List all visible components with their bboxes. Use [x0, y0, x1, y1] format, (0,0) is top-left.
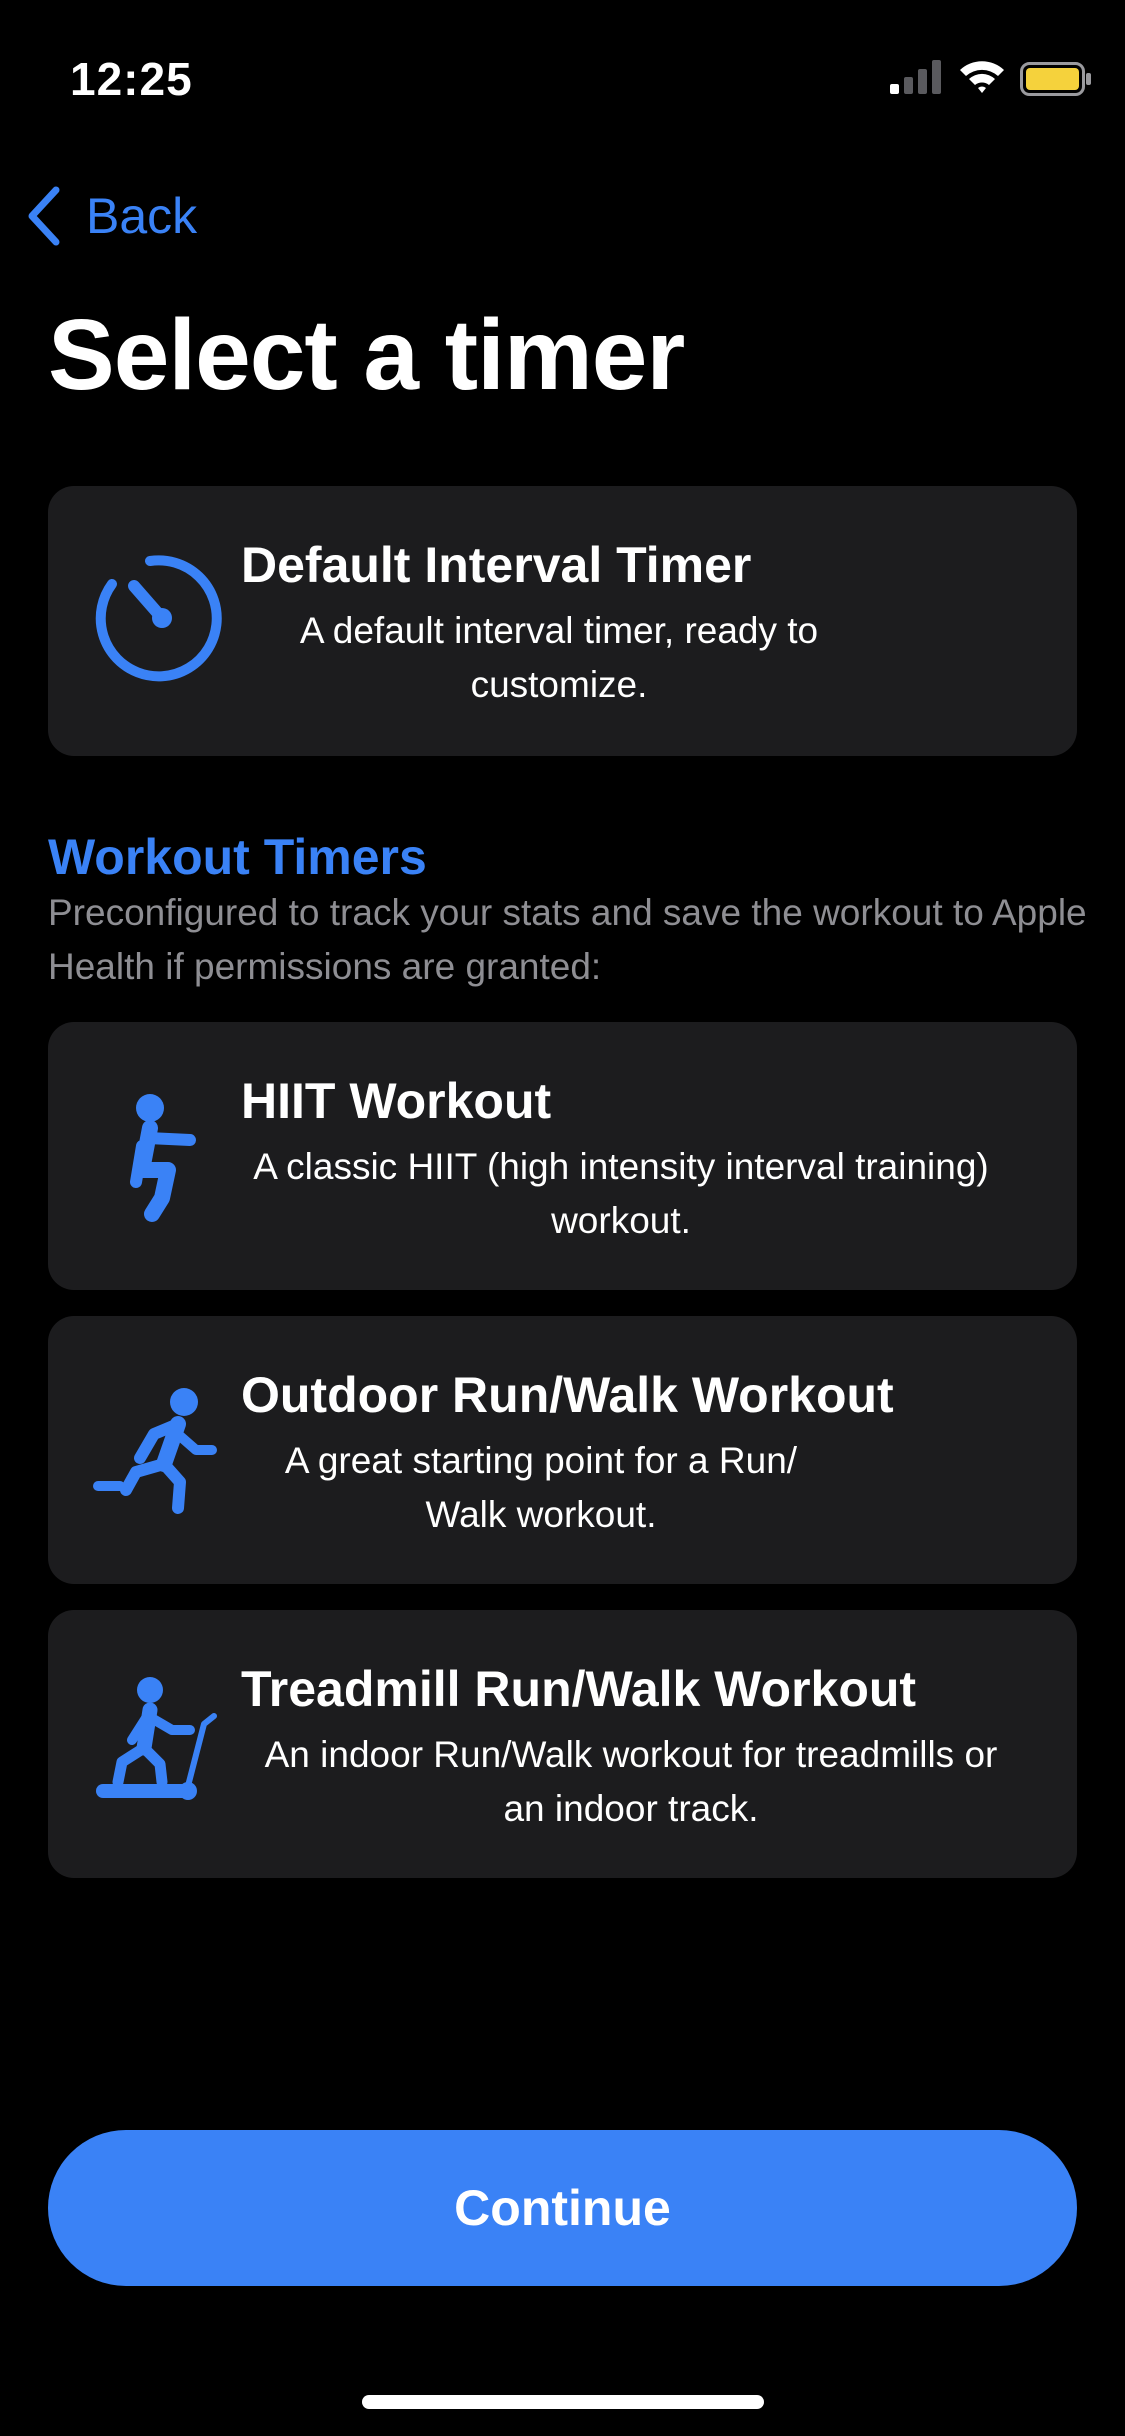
- outdoor-run-walk-title: Outdoor Run/Walk Workout: [241, 1367, 894, 1423]
- status-bar: 12:25: [0, 0, 1125, 150]
- section-subtitle: Preconfigured to track your stats and sa…: [48, 892, 1087, 987]
- default-timer-card[interactable]: Default Interval Timer A default interva…: [48, 486, 1077, 756]
- hiit-workout-description: A classic HIIT (high intensity interval …: [253, 1146, 989, 1241]
- outdoor-run-walk-description: A great starting point for a Run/ Walk w…: [284, 1440, 798, 1535]
- hiit-figure-icon: [130, 1094, 196, 1222]
- treadmill-figure-icon: [96, 1677, 217, 1800]
- treadmill-run-walk-description: An indoor Run/Walk workout for treadmill…: [264, 1734, 998, 1829]
- running-figure-icon: [93, 1388, 217, 1514]
- battery-icon: [1020, 62, 1091, 96]
- default-timer-description: A default interval timer, ready to custo…: [299, 610, 819, 705]
- section-title-workout-timers: Workout Timers: [48, 829, 427, 885]
- wifi-icon: [960, 61, 1004, 93]
- status-time: 12:25: [70, 53, 193, 105]
- hiit-workout-title: HIIT Workout: [241, 1073, 552, 1129]
- treadmill-run-walk-title: Treadmill Run/Walk Workout: [241, 1661, 917, 1717]
- back-button[interactable]: Back: [26, 180, 197, 252]
- default-timer-title: Default Interval Timer: [241, 537, 752, 593]
- timer-icon: [95, 555, 222, 682]
- hiit-workout-card[interactable]: HIIT Workout A classic HIIT (high intens…: [48, 1022, 1077, 1290]
- chevron-left-icon: [28, 186, 60, 246]
- cellular-signal-icon: [890, 60, 941, 94]
- outdoor-run-walk-card[interactable]: Outdoor Run/Walk Workout A great startin…: [48, 1316, 1077, 1584]
- continue-button[interactable]: Continue: [48, 2130, 1077, 2286]
- treadmill-run-walk-card[interactable]: Treadmill Run/Walk Workout An indoor Run…: [48, 1610, 1077, 1878]
- home-indicator[interactable]: [362, 2395, 764, 2409]
- page-title: Select a timer: [48, 299, 685, 411]
- back-label: Back: [86, 188, 198, 244]
